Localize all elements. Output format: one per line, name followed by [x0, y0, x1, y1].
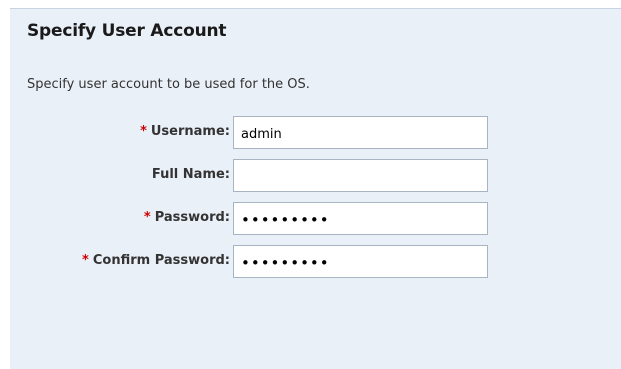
- required-indicator: *: [140, 124, 147, 139]
- password-label-text: Password:: [154, 210, 230, 225]
- username-label-text: Username:: [150, 124, 230, 139]
- panel-title: Specify User Account: [27, 21, 227, 41]
- required-indicator: *: [143, 210, 151, 225]
- username-row: * Username:: [10, 116, 621, 149]
- password-input[interactable]: [233, 202, 488, 235]
- confirm-password-input[interactable]: [233, 245, 488, 278]
- required-indicator: *: [82, 253, 89, 268]
- full-name-label: Full Name:: [152, 167, 230, 182]
- username-label: * Username:: [140, 124, 230, 139]
- username-input[interactable]: [233, 116, 488, 149]
- confirm-password-row: * Confirm Password:: [10, 245, 621, 278]
- user-account-panel: Specify User Account Specify user accoun…: [10, 8, 621, 369]
- full-name-label-text: Full Name:: [151, 167, 230, 182]
- password-row: * Password:: [10, 202, 621, 235]
- panel-description: Specify user account to be used for the …: [27, 77, 310, 92]
- password-label: * Password:: [144, 210, 230, 225]
- full-name-input[interactable]: [233, 159, 488, 192]
- confirm-password-label-text: Confirm Password:: [92, 253, 230, 268]
- confirm-password-label: * Confirm Password:: [82, 253, 230, 268]
- full-name-row: Full Name:: [10, 159, 621, 192]
